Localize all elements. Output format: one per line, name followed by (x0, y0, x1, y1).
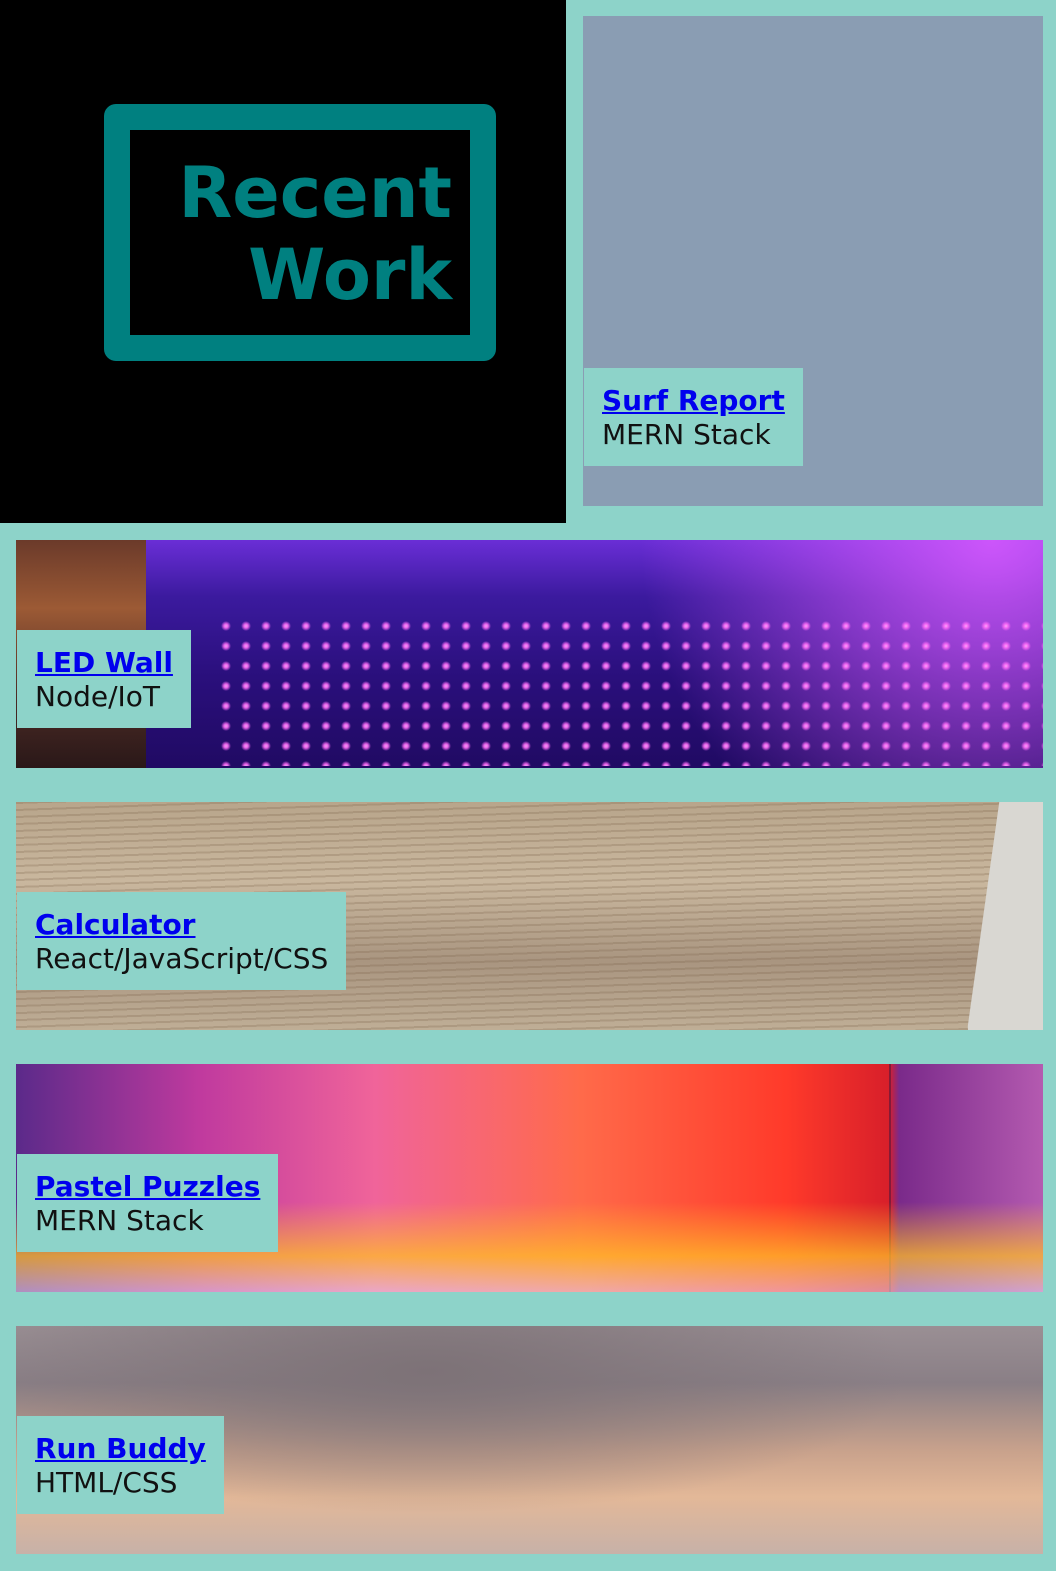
section-title: Recent Work (178, 152, 452, 316)
section-title-line2: Work (248, 234, 452, 316)
project-stack: React/JavaScript/CSS (35, 942, 329, 975)
project-card-pastel-puzzles: Pastel Puzzles MERN Stack (16, 1064, 1043, 1292)
project-stack: HTML/CSS (35, 1466, 178, 1499)
project-stack: Node/IoT (35, 680, 161, 713)
heading-frame: Recent Work (104, 104, 496, 361)
project-stack: MERN Stack (602, 418, 771, 451)
project-caption: Pastel Puzzles MERN Stack (17, 1154, 279, 1252)
recent-work-heading-panel: Recent Work (0, 0, 566, 523)
project-stack: MERN Stack (35, 1204, 204, 1237)
project-caption: Surf Report MERN Stack (584, 368, 803, 466)
project-link-led-wall[interactable]: LED Wall (35, 646, 173, 680)
project-link-run-buddy[interactable]: Run Buddy (35, 1432, 206, 1466)
project-caption: Calculator React/JavaScript/CSS (17, 892, 347, 990)
section-title-line1: Recent (178, 152, 452, 234)
project-card-calculator: Calculator React/JavaScript/CSS (16, 802, 1043, 1030)
project-caption: LED Wall Node/IoT (17, 630, 191, 728)
project-caption: Run Buddy HTML/CSS (17, 1416, 224, 1514)
project-link-surf-report[interactable]: Surf Report (602, 384, 785, 418)
project-card-surf-report: Surf Report MERN Stack (583, 16, 1043, 506)
project-card-led-wall: LED Wall Node/IoT (16, 540, 1043, 768)
project-link-pastel-puzzles[interactable]: Pastel Puzzles (35, 1170, 260, 1204)
project-link-calculator[interactable]: Calculator (35, 908, 328, 942)
project-card-run-buddy: Run Buddy HTML/CSS (16, 1326, 1043, 1554)
